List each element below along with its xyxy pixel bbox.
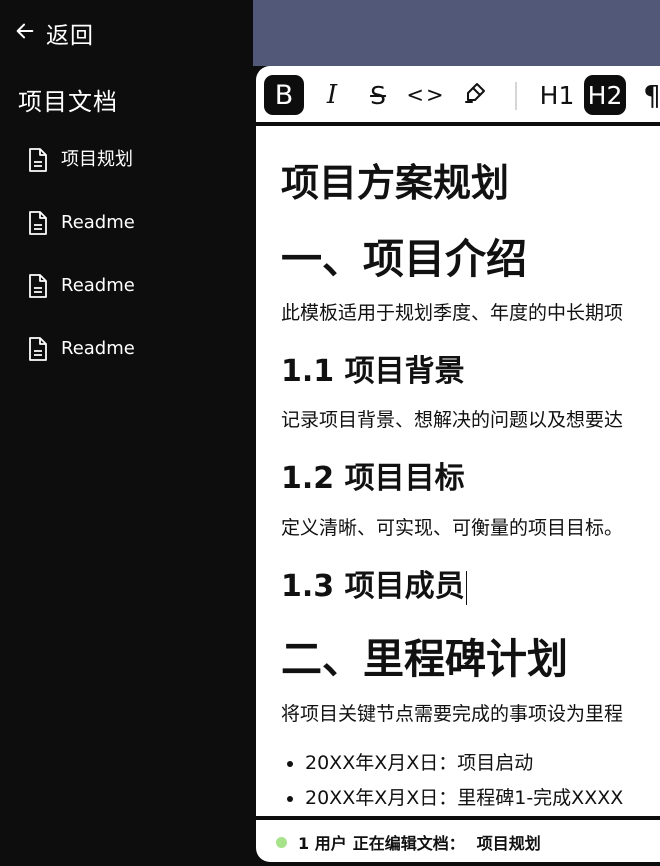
document-label: 项目规划 xyxy=(61,149,133,170)
milestone-list: 20XX年X月X日：项目启动 20XX年X月X日：里程碑1-完成XXXX xyxy=(281,746,623,816)
heading-2-button[interactable]: H2 xyxy=(584,75,626,115)
document-title: 项目方案规划 xyxy=(281,161,510,205)
online-indicator xyxy=(276,836,287,848)
bold-label: B xyxy=(274,79,294,111)
heading-project-intro: 一、项目介绍 xyxy=(281,235,527,283)
document-icon xyxy=(28,210,48,240)
heading-2-label: H2 xyxy=(587,80,623,110)
editing-label: 正在编辑文档： xyxy=(352,834,465,853)
document-item[interactable]: Readme xyxy=(28,332,135,395)
document-label: Readme xyxy=(61,212,135,233)
document-item[interactable]: 项目规划 xyxy=(28,143,135,206)
back-label: 返回 xyxy=(46,23,94,49)
document-label: Readme xyxy=(61,338,135,359)
paragraph-background: 记录项目背景、想解决的问题以及想要达 xyxy=(281,409,624,431)
heading-members-text: 1.3 项目成员 xyxy=(281,569,465,604)
heading-goals: 1.2 项目目标 xyxy=(281,461,465,496)
toolbar-rule xyxy=(256,122,660,126)
heading-background: 1.1 项目背景 xyxy=(281,354,465,389)
bold-button[interactable]: B xyxy=(264,75,304,115)
document-list: 项目规划 Readme Readme Readme xyxy=(28,143,135,395)
editing-doc-name: 项目规划 xyxy=(476,834,541,853)
paragraph-button[interactable]: ¶ xyxy=(636,75,660,115)
heading-1-label: H1 xyxy=(539,80,575,110)
text-cursor xyxy=(465,570,468,605)
back-button[interactable]: 返回 xyxy=(14,18,94,49)
code-button[interactable]: <> xyxy=(406,75,446,115)
document-icon xyxy=(28,336,48,366)
document-item[interactable]: Readme xyxy=(28,269,135,332)
status-bar: 1 用户 正在编辑文档： 项目规划 xyxy=(276,830,541,854)
document-item[interactable]: Readme xyxy=(28,206,135,269)
document-icon xyxy=(28,273,48,303)
list-item: 20XX年X月X日：里程碑1-完成XXXX xyxy=(305,781,623,816)
paragraph-goals: 定义清晰、可实现、可衡量的项目目标。 xyxy=(281,517,624,539)
status-rule xyxy=(256,816,660,820)
arrow-left-icon xyxy=(14,20,36,46)
heading-1-button[interactable]: H1 xyxy=(536,75,578,115)
paragraph-milestones: 将项目关键节点需要完成的事项设为里程 xyxy=(281,703,624,725)
italic-button[interactable]: I xyxy=(312,75,352,115)
paragraph-label: ¶ xyxy=(643,78,660,112)
highlighter-icon xyxy=(462,80,488,110)
formatting-toolbar: B I S <> H1 H2 ¶ xyxy=(256,66,660,126)
editor-panel: B I S <> H1 H2 ¶ 项目方案规划 一、项目介绍 此模板适用于规划季… xyxy=(256,66,660,862)
heading-members: 1.3 项目成员 xyxy=(281,568,468,606)
sidebar: 返回 项目文档 项目规划 Readme Readme Readme xyxy=(0,0,253,866)
code-label: <> xyxy=(406,83,446,107)
document-label: Readme xyxy=(61,275,135,296)
strikethrough-button[interactable]: S xyxy=(358,75,398,115)
toolbar-divider xyxy=(515,82,517,110)
paragraph-intro: 此模板适用于规划季度、年度的中长期项 xyxy=(281,302,624,324)
document-icon xyxy=(28,147,48,177)
list-item: 20XX年X月X日：项目启动 xyxy=(305,746,623,781)
highlight-button[interactable] xyxy=(455,75,495,115)
header-band xyxy=(253,0,660,66)
section-title: 项目文档 xyxy=(18,88,118,116)
strikethrough-label: S xyxy=(370,80,386,110)
italic-label: I xyxy=(326,80,338,110)
heading-milestones: 二、里程碑计划 xyxy=(281,635,568,683)
user-count: 1 用户 xyxy=(298,834,347,853)
